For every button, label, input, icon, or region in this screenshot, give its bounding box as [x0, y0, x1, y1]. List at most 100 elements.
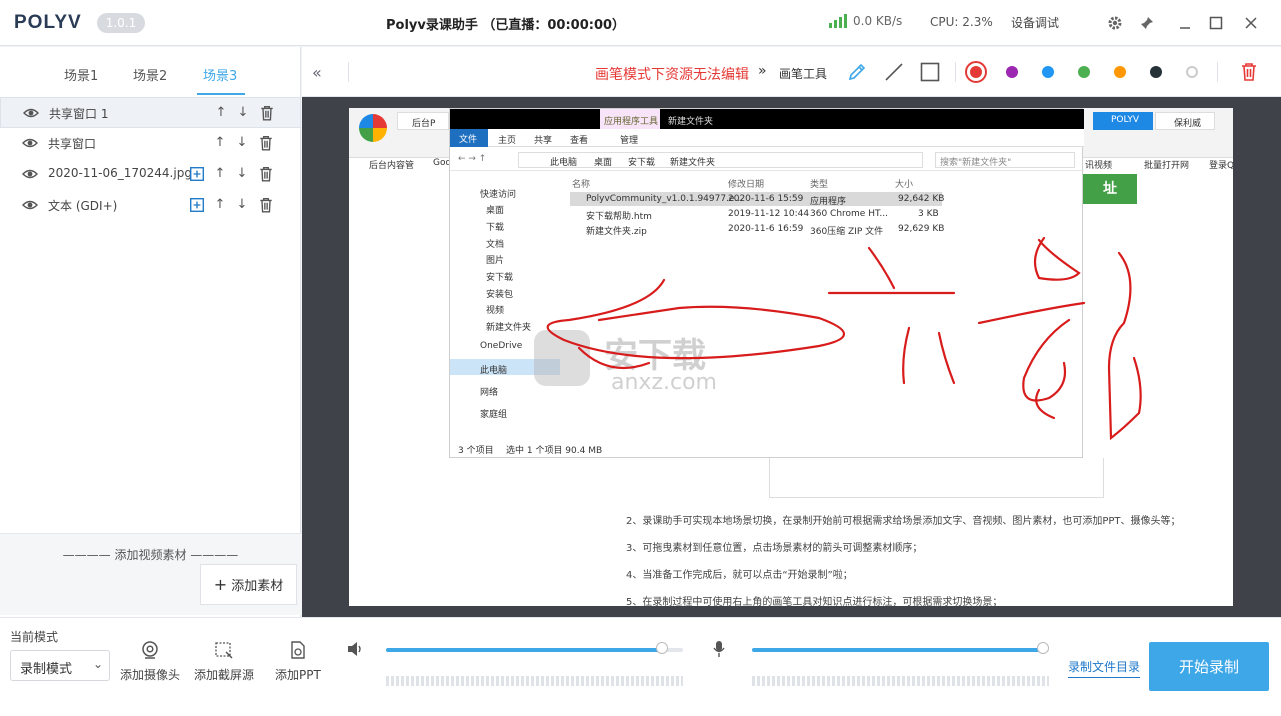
mode-label: 当前模式 [10, 630, 59, 644]
mode-select[interactable]: 录制模式 ⌄ [10, 650, 110, 681]
trash-icon[interactable] [258, 166, 274, 182]
add-ppt-button[interactable]: 添加PPT [275, 640, 321, 683]
move-down-icon[interactable]: ↓ [234, 135, 250, 151]
app-window: POLYV 1.0.1 Polyv录课助手 （已直播：00:00:00） 0.0… [0, 0, 1281, 716]
source-item[interactable]: 共享窗口 1 ↑ ↓ [0, 97, 301, 128]
source-item[interactable]: 共享窗口 ↑ ↓ [0, 128, 301, 159]
source-list: 共享窗口 1 ↑ ↓ 共享窗口 ↑ ↓ 2020-11-06_170244.jp… [0, 97, 301, 221]
collapse-panel-icon[interactable]: « [312, 63, 322, 82]
trash-icon[interactable] [258, 135, 274, 151]
pencil-icon[interactable] [846, 61, 868, 83]
pin-icon[interactable] [1134, 10, 1160, 36]
mic-volume-knob[interactable] [1037, 642, 1050, 654]
preview-canvas[interactable]: 后台P POLYV 保利威 后台内容管 Goo 讯视频 批量打开网 登录Q 址 … [349, 108, 1233, 606]
move-up-icon[interactable]: ↑ [212, 197, 228, 213]
add-box-icon[interactable] [189, 166, 205, 182]
mode-value: 录制模式 [20, 662, 73, 677]
add-camera-label: 添加摄像头 [120, 668, 181, 682]
pen-tools-label: 画笔工具 [779, 67, 828, 81]
minimize-icon[interactable] [1172, 10, 1198, 36]
line-icon[interactable] [883, 61, 905, 83]
divider [348, 62, 349, 82]
tab-scene-3[interactable]: 场景3 [203, 65, 237, 84]
pen-mode-warning: 画笔模式下资源无法编辑 [595, 67, 749, 83]
tab-scene-2[interactable]: 场景2 [133, 65, 167, 84]
color-white[interactable] [1186, 66, 1198, 78]
source-label: 共享窗口 1 [49, 107, 109, 121]
move-up-icon[interactable]: ↑ [213, 105, 229, 121]
plus-icon: + [213, 575, 228, 594]
color-red[interactable] [970, 66, 982, 78]
divider [1217, 62, 1218, 82]
active-tab-indicator [197, 93, 245, 95]
window-title: Polyv录课助手 （已直播：00:00:00） [386, 18, 626, 33]
screenshot-icon [215, 642, 233, 659]
add-video-label: ———— 添加视频素材 ———— [62, 548, 239, 562]
add-screen-label: 添加截屏源 [194, 668, 255, 682]
visible-eye-icon[interactable] [22, 198, 38, 212]
pen-annotation [546, 236, 1142, 441]
add-ppt-label: 添加PPT [275, 668, 321, 682]
add-material-label: 添加素材 [231, 579, 284, 594]
scene-tabs: 场景1 场景2 场景3 [0, 47, 301, 97]
move-up-icon[interactable]: ↑ [212, 166, 228, 182]
color-purple[interactable] [1006, 66, 1018, 78]
move-down-icon[interactable]: ↓ [234, 166, 250, 182]
version-badge: 1.0.1 [97, 13, 145, 33]
add-material-area: ———— 添加视频素材 ———— + 添加素材 [0, 533, 301, 615]
source-item[interactable]: 2020-11-06_170244.jpg ↑ ↓ [0, 159, 301, 190]
trash-icon[interactable] [1238, 61, 1260, 83]
close-icon[interactable] [1238, 10, 1264, 36]
source-item[interactable]: 文本 (GDI+) ↑ ↓ [0, 190, 301, 221]
move-down-icon[interactable]: ↓ [235, 105, 251, 121]
visible-eye-icon[interactable] [23, 106, 39, 120]
color-black[interactable] [1150, 66, 1162, 78]
device-test-button[interactable]: 设备调试 [1011, 14, 1059, 31]
trash-icon[interactable] [258, 197, 274, 213]
color-blue[interactable] [1042, 66, 1054, 78]
preview-area: 后台P POLYV 保利威 后台内容管 Goo 讯视频 批量打开网 登录Q 址 … [302, 97, 1281, 617]
speaker-icon[interactable] [346, 640, 364, 658]
signal-icon [829, 14, 847, 28]
visible-eye-icon[interactable] [22, 167, 38, 181]
add-material-button[interactable]: + 添加素材 [200, 564, 297, 605]
mic-level-meter [752, 676, 1049, 686]
color-green[interactable] [1078, 66, 1090, 78]
speaker-level-meter [386, 676, 683, 686]
divider [955, 62, 956, 82]
source-label: 2020-11-06_170244.jpg [48, 166, 192, 180]
settings-icon[interactable] [1102, 10, 1128, 36]
move-down-icon[interactable]: ↓ [234, 197, 250, 213]
speaker-volume-slider[interactable] [386, 648, 683, 652]
add-camera-button[interactable]: 添加摄像头 [120, 640, 180, 683]
camera-icon [142, 641, 158, 659]
move-up-icon[interactable]: ↑ [212, 135, 228, 151]
maximize-icon[interactable] [1203, 10, 1229, 36]
source-label: 共享窗口 [48, 137, 97, 151]
source-label: 文本 (GDI+) [48, 199, 118, 213]
trash-icon[interactable] [259, 105, 275, 121]
title-bar: POLYV 1.0.1 Polyv录课助手 （已直播：00:00:00） 0.0… [0, 0, 1281, 46]
visible-eye-icon[interactable] [22, 136, 38, 150]
bottom-bar: 当前模式 录制模式 ⌄ 添加摄像头 添加截屏源 添加PPT 录制文件目录 开始录… [0, 617, 1281, 716]
chevron-down-icon: ⌄ [92, 657, 103, 671]
scene-panel: 场景1 场景2 场景3 共享窗口 1 ↑ ↓ 共享窗口 ↑ ↓ 2020-11-… [0, 47, 301, 617]
expand-icon[interactable]: » [758, 63, 767, 79]
speaker-volume-knob[interactable] [656, 642, 669, 654]
color-orange[interactable] [1114, 66, 1126, 78]
cpu-usage: CPU: 2.3% [930, 15, 993, 29]
start-recording-button[interactable]: 开始录制 [1149, 642, 1269, 691]
pen-toolbar: « 画笔模式下资源无法编辑 » 画笔工具 [302, 47, 1281, 97]
rectangle-icon[interactable] [919, 61, 941, 83]
network-status: 0.0 KB/s [829, 14, 902, 28]
app-logo: POLYV [14, 12, 82, 33]
microphone-icon[interactable] [712, 640, 726, 658]
net-speed: 0.0 KB/s [853, 14, 903, 28]
add-box-icon[interactable] [189, 197, 205, 213]
add-screen-button[interactable]: 添加截屏源 [194, 640, 254, 683]
tab-scene-1[interactable]: 场景1 [64, 65, 98, 84]
mic-volume-fill [752, 648, 1044, 652]
speaker-volume-fill [386, 648, 663, 652]
mic-volume-slider[interactable] [752, 648, 1049, 652]
record-directory-link[interactable]: 录制文件目录 [1068, 658, 1141, 678]
